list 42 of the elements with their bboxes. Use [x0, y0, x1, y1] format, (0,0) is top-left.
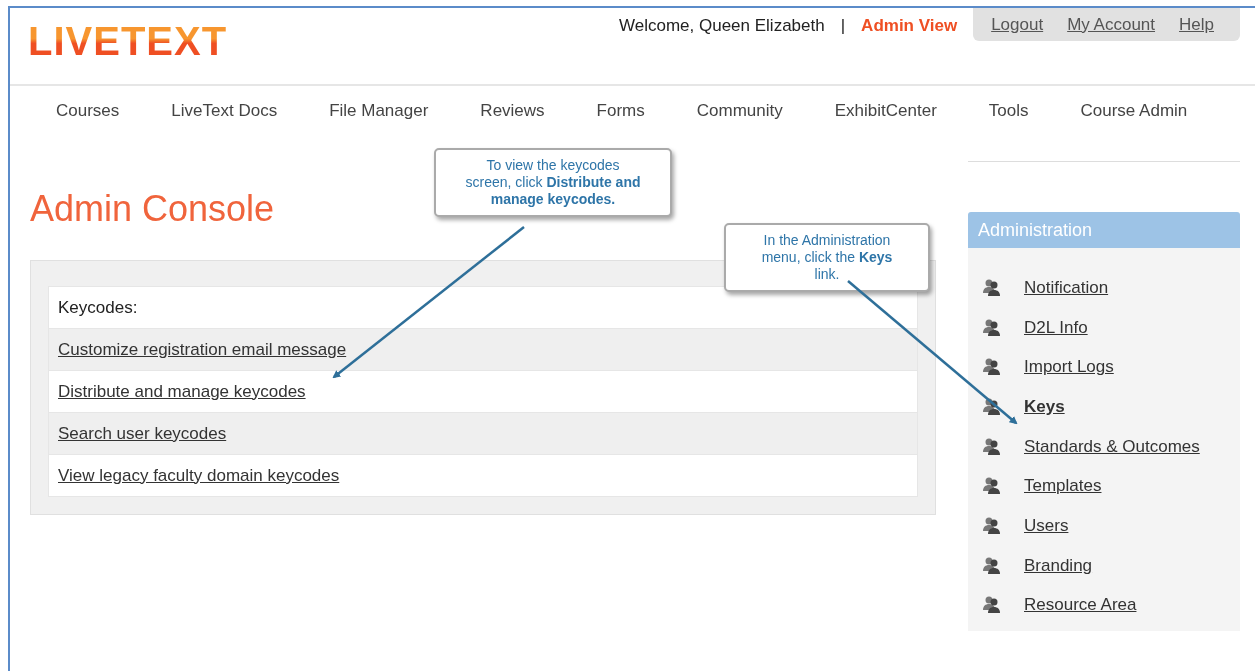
page-title: Admin Console: [30, 188, 275, 230]
welcome-text: Welcome, Queen Elizabeth: [619, 16, 825, 37]
separator: |: [840, 16, 846, 37]
keycode-link[interactable]: Search user keycodes: [58, 423, 227, 444]
keycode-link[interactable]: Customize registration email message: [58, 339, 347, 360]
nav-tab[interactable]: File Manager: [329, 101, 429, 121]
users-icon: [982, 396, 1002, 417]
sidebar-link[interactable]: Templates: [1024, 476, 1102, 497]
sidebar-link[interactable]: Standards & Outcomes: [1024, 436, 1200, 457]
account-link[interactable]: My Account: [1067, 14, 1156, 35]
users-icon: [982, 555, 1002, 576]
nav-tab[interactable]: Forms: [596, 101, 645, 121]
sidebar-link[interactable]: Notification: [1024, 277, 1109, 298]
nav-tab[interactable]: LiveText Docs: [171, 101, 278, 121]
users-icon: [982, 436, 1002, 457]
keycode-link[interactable]: View legacy faculty domain keycodes: [58, 465, 340, 486]
sidebar-link[interactable]: D2L Info: [1024, 317, 1088, 338]
nav-tab[interactable]: Course Admin: [1080, 101, 1188, 121]
account-link[interactable]: Help: [1179, 14, 1214, 35]
sidebar-link[interactable]: Users: [1024, 515, 1069, 536]
users-icon: [982, 277, 1002, 298]
users-icon: [982, 317, 1002, 338]
nav-tab[interactable]: Reviews: [480, 101, 545, 121]
users-icon: [982, 476, 1002, 497]
nav-tab[interactable]: ExhibitCenter: [834, 101, 937, 121]
section-heading: Keycodes:: [58, 297, 138, 318]
account-link[interactable]: Logout: [991, 14, 1044, 35]
nav-tab[interactable]: Community: [696, 101, 783, 121]
users-icon: [982, 515, 1002, 536]
users-icon: [982, 595, 1002, 616]
sidebar-link[interactable]: Resource Area: [1024, 595, 1137, 616]
sidebar-link[interactable]: Import Logs: [1024, 357, 1114, 378]
nav-tab[interactable]: Courses: [56, 101, 120, 121]
keycode-link[interactable]: Distribute and manage keycodes: [58, 381, 306, 402]
callout: To view the keycodes screen, click Distribute and manage keycodes.: [434, 148, 672, 217]
users-icon: [982, 357, 1002, 378]
callout: In the Administration menu, click the Keys link.: [724, 223, 930, 292]
admin-view-link[interactable]: Admin View: [861, 16, 958, 84]
sidebar-link[interactable]: Keys: [1024, 396, 1065, 417]
nav-tab[interactable]: Tools: [988, 101, 1029, 121]
sidebar-header: Administration: [968, 212, 1240, 248]
sidebar-link[interactable]: Branding: [1024, 555, 1093, 576]
